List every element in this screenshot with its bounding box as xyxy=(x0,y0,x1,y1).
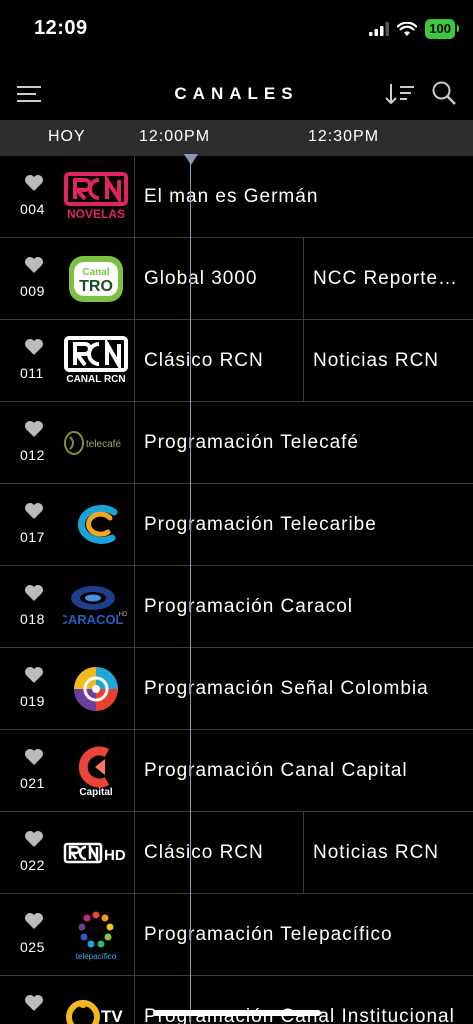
canal-rcn-logo: CANAL RCN xyxy=(62,332,130,390)
heart-icon[interactable] xyxy=(24,338,44,356)
program-item[interactable]: Programación Telecaribe xyxy=(136,484,473,565)
program-item[interactable]: Programación Telecafé xyxy=(136,402,473,483)
heart-icon[interactable] xyxy=(24,420,44,438)
heart-icon[interactable] xyxy=(24,256,44,274)
heart-icon[interactable] xyxy=(24,994,44,1012)
heart-icon[interactable] xyxy=(24,584,44,602)
heart-icon[interactable] xyxy=(24,830,44,848)
timebar: HOY 12:00PM 12:30PM xyxy=(0,120,473,156)
channel-grid: 004 NOVELAS El man es Germán 009 Canal T… xyxy=(0,156,473,1024)
program-item[interactable]: Noticias RCN xyxy=(305,812,473,893)
canal-institucional-logo: TV xyxy=(62,988,130,1024)
svg-text:HD: HD xyxy=(119,612,128,618)
channel-cell[interactable]: 018 CARACOL HD xyxy=(0,566,135,647)
search-icon[interactable] xyxy=(431,80,457,106)
channel-cell[interactable]: 026 TV xyxy=(0,976,135,1024)
channel-cell[interactable]: 011 CANAL RCN xyxy=(0,320,135,401)
channel-row: 019 Programación Señal Colombia xyxy=(0,648,473,730)
channel-number: 018 xyxy=(20,611,45,627)
time-slot-2: 12:30PM xyxy=(308,128,380,145)
time-slot-1: 12:00PM xyxy=(139,128,211,145)
channel-row: 011 CANAL RCN Clásico RCN Noticias RCN xyxy=(0,320,473,402)
heart-icon[interactable] xyxy=(24,502,44,520)
status-bar: 12:09 100 xyxy=(0,0,473,60)
svg-text:telecafé: telecafé xyxy=(86,439,121,450)
program-item[interactable]: El man es Germán xyxy=(136,156,473,237)
svg-text:Canal: Canal xyxy=(82,267,109,278)
channel-cell[interactable]: 004 NOVELAS xyxy=(0,156,135,237)
channel-cell[interactable]: 012 telecafé xyxy=(0,402,135,483)
svg-text:Capital: Capital xyxy=(79,787,113,797)
channel-cell[interactable]: 025 telepacífico xyxy=(0,894,135,975)
channel-row: 018 CARACOL HD Programación Caracol xyxy=(0,566,473,648)
channel-row: 012 telecafé Programación Telecafé xyxy=(0,402,473,484)
heart-icon[interactable] xyxy=(24,748,44,766)
program-item[interactable]: Programación Canal Institucional xyxy=(136,976,473,1024)
svg-text:telepacífico: telepacífico xyxy=(76,952,117,961)
svg-text:TV: TV xyxy=(101,1007,123,1024)
channel-number: 011 xyxy=(20,365,44,381)
channel-row: 025 telepacífico Programación Telepacífi… xyxy=(0,894,473,976)
home-indicator[interactable] xyxy=(153,1010,321,1016)
telepacifico-logo: telepacífico xyxy=(62,906,130,964)
canal-tro-logo: Canal TRO xyxy=(62,250,130,308)
sort-icon[interactable] xyxy=(385,82,415,106)
battery-icon: 100 xyxy=(425,19,459,39)
current-time-marker xyxy=(184,154,198,165)
program-item[interactable]: Programación Canal Capital xyxy=(136,730,473,811)
heart-icon[interactable] xyxy=(24,666,44,684)
caracol-hd-logo: CARACOL HD xyxy=(62,578,130,636)
channel-row: 021 Capital Programación Canal Capital xyxy=(0,730,473,812)
time-today-label[interactable]: HOY xyxy=(48,128,86,146)
channel-number: 019 xyxy=(20,693,45,709)
program-item[interactable]: Programación Señal Colombia xyxy=(136,648,473,729)
status-time: 12:09 xyxy=(34,17,88,39)
channel-row: 009 Canal TRO Global 3000 NCC Reporte… xyxy=(0,238,473,320)
channel-row: 017 Programación Telecaribe xyxy=(0,484,473,566)
program-item[interactable]: Clásico RCN xyxy=(136,320,304,401)
program-item[interactable]: Programación Telepacífico xyxy=(136,894,473,975)
svg-text:TRO: TRO xyxy=(79,278,113,295)
heart-icon[interactable] xyxy=(24,912,44,930)
channel-number: 025 xyxy=(20,939,45,955)
channel-number: 017 xyxy=(20,529,45,545)
telecaribe-logo xyxy=(62,496,130,554)
signal-icon xyxy=(369,22,390,36)
channel-cell[interactable]: 021 Capital xyxy=(0,730,135,811)
program-item[interactable]: Programación Caracol xyxy=(136,566,473,647)
channel-cell[interactable]: 019 xyxy=(0,648,135,729)
channel-number: 022 xyxy=(20,857,45,873)
program-item[interactable]: Noticias RCN xyxy=(305,320,473,401)
program-item[interactable]: Clásico RCN xyxy=(136,812,304,893)
channel-number: 004 xyxy=(20,201,45,217)
channel-cell[interactable]: 017 xyxy=(0,484,135,565)
app-header: CANALES xyxy=(0,70,473,120)
svg-text:CANAL RCN: CANAL RCN xyxy=(66,374,125,385)
telecafe-logo: telecafé xyxy=(62,414,130,472)
status-icons: 100 xyxy=(369,19,459,39)
program-item[interactable]: Global 3000 xyxy=(136,238,304,319)
rcn-novelas-logo: NOVELAS xyxy=(62,168,130,226)
svg-text:NOVELAS: NOVELAS xyxy=(67,207,125,221)
current-time-line xyxy=(190,156,191,1024)
wifi-icon xyxy=(397,21,418,36)
rcn-hd-logo: HD xyxy=(62,824,130,882)
canal-capital-logo: Capital xyxy=(62,742,130,800)
senal-colombia-logo xyxy=(62,660,130,718)
svg-text:HD: HD xyxy=(104,847,126,864)
heart-icon[interactable] xyxy=(24,174,44,192)
channel-row: 026 TV Programación Canal Institucional xyxy=(0,976,473,1024)
channel-number: 009 xyxy=(20,283,45,299)
svg-text:CARACOL: CARACOL xyxy=(63,612,124,627)
channel-cell[interactable]: 022 HD xyxy=(0,812,135,893)
channel-cell[interactable]: 009 Canal TRO xyxy=(0,238,135,319)
channel-number: 012 xyxy=(20,447,45,463)
channel-row: 004 NOVELAS El man es Germán xyxy=(0,156,473,238)
channel-row: 022 HD Clásico RCN Noticias RCN xyxy=(0,812,473,894)
program-item[interactable]: NCC Reporte… xyxy=(305,238,473,319)
channel-number: 021 xyxy=(20,775,45,791)
